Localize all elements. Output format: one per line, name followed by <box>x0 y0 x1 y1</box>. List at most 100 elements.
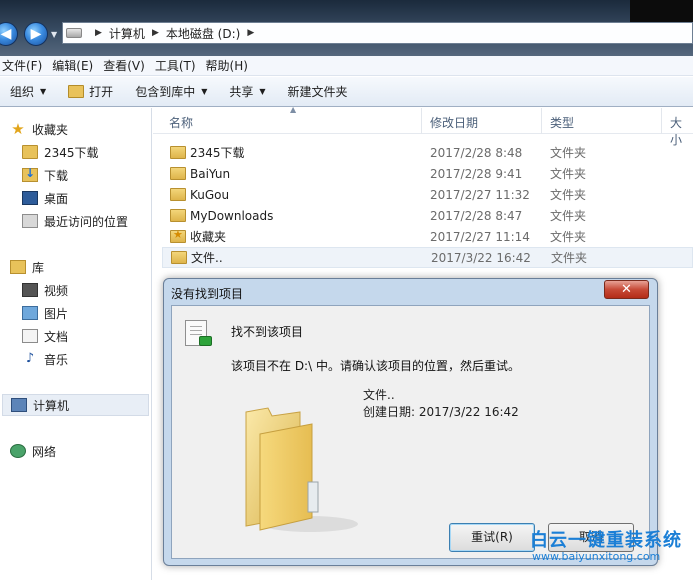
menu-bar: 文件(F) 编辑(E) 查看(V) 工具(T) 帮助(H) <box>0 56 693 76</box>
dialog-close-button[interactable]: ✕ <box>604 280 649 299</box>
nav-item-label: 文档 <box>44 329 69 344</box>
nav-item-documents[interactable]: 文档 <box>22 325 172 347</box>
menu-edit[interactable]: 编辑(E) <box>50 57 101 74</box>
breadcrumb-drive-d[interactable]: 本地磁盘 (D:) <box>166 25 240 42</box>
network-icon <box>10 444 26 458</box>
forward-button[interactable]: ▶ <box>24 22 48 46</box>
folder-icon <box>171 251 187 264</box>
nav-favorites[interactable]: ★ 收藏夹 <box>10 118 160 140</box>
file-row[interactable]: MyDownloads 2017/2/28 8:47 文件夹 <box>162 205 693 226</box>
large-folder-icon <box>245 407 358 532</box>
nav-item-label: 下载 <box>44 168 69 183</box>
file-row[interactable]: BaiYun 2017/2/28 9:41 文件夹 <box>162 163 693 184</box>
dialog-title-bar[interactable]: 没有找到项目 ✕ <box>164 279 657 305</box>
nav-computer[interactable]: 计算机 <box>2 394 149 416</box>
open-label: 打开 <box>89 85 114 99</box>
folder-icon <box>170 209 186 222</box>
green-arrow-icon <box>199 336 212 346</box>
file-name: BaiYun <box>190 166 231 181</box>
column-divider[interactable] <box>541 108 542 134</box>
menu-help[interactable]: 帮助(H) <box>204 57 256 74</box>
nav-libraries-label: 库 <box>32 260 45 275</box>
file-name: 文件.. <box>191 251 223 265</box>
nav-network-label: 网络 <box>32 444 57 459</box>
video-icon <box>22 283 38 297</box>
file-row[interactable]: 2345下载 2017/2/28 8:48 文件夹 <box>162 142 693 163</box>
retry-button[interactable]: 重试(R) <box>449 523 535 552</box>
new-folder-label: 新建文件夹 <box>287 85 348 99</box>
breadcrumb-computer[interactable]: 计算机 <box>109 25 145 42</box>
new-folder-button[interactable]: 新建文件夹 <box>288 83 348 100</box>
file-row[interactable]: 收藏夹 2017/2/27 11:14 文件夹 <box>162 226 693 247</box>
nav-item-label: 音乐 <box>44 352 69 367</box>
chevron-down-icon: ▼ <box>201 87 208 96</box>
column-date[interactable]: 修改日期 <box>430 114 478 131</box>
column-type[interactable]: 类型 <box>550 114 574 131</box>
nav-network[interactable]: 网络 <box>10 440 160 462</box>
file-date: 2017/2/27 11:14 <box>430 229 530 244</box>
nav-item-desktop[interactable]: 桌面 <box>22 187 172 209</box>
menu-file[interactable]: 文件(F) <box>0 57 50 74</box>
file-row[interactable]: 文件.. 2017/3/22 16:42 文件夹 <box>162 247 693 268</box>
file-type: 文件夹 <box>550 230 587 244</box>
file-type: 文件夹 <box>550 209 587 223</box>
folder-icon <box>170 167 186 180</box>
desktop-icon <box>22 191 38 205</box>
nav-favorites-label: 收藏夹 <box>32 122 69 137</box>
nav-item-label: 最近访问的位置 <box>44 214 129 229</box>
file-type: 文件夹 <box>550 167 587 181</box>
menu-view[interactable]: 查看(V) <box>101 57 153 74</box>
nav-item-2345-downloads[interactable]: 2345下载 <box>22 141 172 163</box>
folder-icon <box>22 145 38 159</box>
address-bar[interactable]: ▶ 计算机 ▶ 本地磁盘 (D:) ▶ <box>62 22 693 44</box>
file-date: 2017/2/28 9:41 <box>430 166 523 181</box>
recent-places-icon <box>22 214 38 228</box>
file-date: 2017/2/27 11:32 <box>430 187 530 202</box>
open-button[interactable]: 打开 <box>68 83 113 100</box>
share-button[interactable]: 共享 ▼ <box>229 83 265 100</box>
nav-item-videos[interactable]: 视频 <box>22 279 172 301</box>
file-name-info: 文件.. <box>363 388 395 402</box>
menu-tools[interactable]: 工具(T) <box>153 57 204 74</box>
column-name[interactable]: 名称 <box>169 114 193 131</box>
column-divider[interactable] <box>661 108 662 134</box>
share-label: 共享 <box>229 85 254 99</box>
file-row[interactable]: KuGou 2017/2/27 11:32 文件夹 <box>162 184 693 205</box>
breadcrumb-separator-icon[interactable]: ▶ <box>152 28 159 38</box>
message-title: 找不到该项目 <box>231 325 304 339</box>
nav-item-label: 桌面 <box>44 191 69 206</box>
nav-item-recent-places[interactable]: 最近访问的位置 <box>22 210 172 232</box>
favorites-folder-icon <box>170 228 186 243</box>
music-icon: ♪ <box>25 351 35 366</box>
breadcrumb-separator-icon[interactable]: ▶ <box>95 28 102 38</box>
organize-button[interactable]: 组织 ▼ <box>10 83 46 100</box>
command-bar: 组织 ▼ 打开 包含到库中 ▼ 共享 ▼ 新建文件夹 <box>0 77 693 107</box>
nav-libraries[interactable]: 库 <box>10 256 160 278</box>
nav-item-label: 2345下载 <box>44 145 99 160</box>
nav-item-music[interactable]: ♪ 音乐 <box>22 348 172 370</box>
file-date: 2017/2/28 8:47 <box>430 208 523 223</box>
include-library-label: 包含到库中 <box>135 85 196 99</box>
folder-icon <box>170 188 186 201</box>
watermark: 白云一键重装系统 www.baiyunxitong.com <box>530 526 693 580</box>
dialog-title: 没有找到项目 <box>171 287 244 301</box>
back-button[interactable]: ◀ <box>0 22 18 46</box>
computer-icon <box>11 398 27 412</box>
file-type: 文件夹 <box>550 146 587 160</box>
breadcrumb-separator-icon[interactable]: ▶ <box>247 28 254 38</box>
star-icon: ★ <box>11 120 25 138</box>
file-type: 文件夹 <box>550 188 587 202</box>
dialog-body: 找不到该项目 该项目不在 D:\ 中。请确认该项目的位置，然后重试。 文件.. … <box>171 305 650 559</box>
downloads-icon <box>22 166 38 182</box>
nav-item-pictures[interactable]: 图片 <box>22 302 172 324</box>
recent-pages-chevron-icon[interactable]: ▼ <box>51 30 57 39</box>
drive-icon <box>66 28 82 38</box>
include-in-library-button[interactable]: 包含到库中 ▼ <box>135 83 207 100</box>
column-header-row: ▲ 名称 修改日期 类型 大小 <box>153 105 693 147</box>
pictures-icon <box>22 306 38 320</box>
column-divider[interactable] <box>421 108 422 134</box>
library-icon <box>10 260 26 274</box>
file-date: 2017/2/28 8:48 <box>430 145 523 160</box>
nav-item-downloads[interactable]: 下载 <box>22 164 172 186</box>
title-bar: ◀ ▶ ▼ ▶ 计算机 ▶ 本地磁盘 (D:) ▶ <box>0 0 693 56</box>
